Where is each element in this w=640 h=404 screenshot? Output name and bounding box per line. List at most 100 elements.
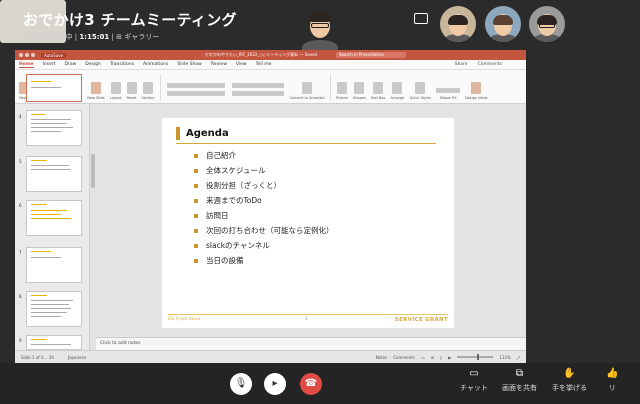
reading-view-icon[interactable]: ▯ (440, 355, 442, 360)
shape-fill-button[interactable]: Shape Fill (436, 74, 461, 100)
tab-tell-me[interactable]: Tell me (256, 62, 272, 67)
slideshow-icon[interactable]: ▶ (448, 355, 451, 360)
zoom-slider[interactable] (457, 354, 494, 360)
comments-button[interactable]: Comments (478, 62, 502, 67)
fit-to-window-icon[interactable]: ⤢ (517, 355, 520, 360)
slide-thumbnail-pane: 4 5 6 7 8 9 (15, 74, 90, 350)
tab-transitions[interactable]: Transitions (110, 62, 134, 67)
current-slide[interactable]: Agenda 自己紹介 全体スケジュール 役割分担（ざっくと） 来週までのToD… (162, 118, 454, 328)
meeting-title: おでかけ3 チームミーティング (23, 11, 237, 29)
participant-avatar[interactable] (485, 6, 521, 42)
call-toolbar: 🎙 ▸ ☎ ▭ チャット ⧉ 画面を共有 ✋ 手を挙げる 👍 リ (0, 363, 640, 404)
autosave-toggle[interactable]: AutoSave (41, 52, 67, 58)
agenda-item: 当日の設備 (194, 253, 334, 268)
ribbon-tabs: Home Insert Draw Design Transitions Anim… (15, 60, 526, 70)
tab-draw[interactable]: Draw (65, 62, 77, 67)
slide-thumbnail[interactable] (26, 335, 82, 350)
end-call-button[interactable]: ☎ (300, 373, 322, 395)
notes-toggle[interactable]: Notes (376, 355, 388, 360)
shared-screen-powerpoint: AutoSave だれかのやりたい_IRF_2022_○○ミーティング資料 — … (15, 50, 526, 363)
ppt-statusbar: Slide 1 of 0… 30 Japanese Notes Comments… (15, 350, 526, 363)
tab-review[interactable]: Review (211, 62, 227, 67)
thumb-number: 4 (19, 114, 22, 119)
new-slide-button[interactable]: New Slide (87, 74, 105, 100)
agenda-item: 訪問日 (194, 208, 334, 223)
arrange-button[interactable]: Arrange (390, 74, 404, 100)
ribbon: Paste Cut Copy Format New Slide Layout R… (15, 70, 526, 104)
layout-toggle-icon[interactable] (414, 13, 428, 24)
smartart-button[interactable]: Convert to SmartArt (290, 74, 325, 100)
paragraph-controls[interactable] (231, 74, 285, 100)
tab-design[interactable]: Design (85, 62, 101, 67)
thumb-number: 9 (19, 338, 22, 343)
document-filename: だれかのやりたい_IRF_2022_○○ミーティング資料 — Saved (205, 52, 318, 57)
thumb-number: 6 (19, 203, 22, 208)
ppt-workspace: 4 5 6 7 8 9 Agenda 自己紹介 全体スケジュール 役割分担（ざっ… (15, 74, 526, 350)
footer-tagline: Do it pro bono. (168, 317, 202, 322)
comments-toggle[interactable]: Comments (393, 355, 415, 360)
raise-hand-button[interactable]: ✋ 手を挙げる (552, 369, 587, 393)
ppt-titlebar: AutoSave だれかのやりたい_IRF_2022_○○ミーティング資料 — … (15, 50, 526, 60)
slide-thumbnail[interactable] (26, 200, 82, 236)
quick-styles-button[interactable]: Quick Styles (409, 74, 431, 100)
thumb-number: 8 (19, 294, 22, 299)
video-camera-icon: ▸ (272, 378, 278, 389)
chat-icon: ▭ (469, 368, 479, 379)
footer-line (168, 314, 448, 315)
slide-thumbnail[interactable] (26, 74, 82, 102)
window-minimize-icon[interactable] (25, 53, 29, 57)
hang-up-icon: ☎ (304, 378, 318, 389)
share-screen-button[interactable]: ⧉ 画面を共有 (502, 369, 537, 393)
agenda-item: 役割分担（ざっくと） (194, 178, 334, 193)
design-ideas-button[interactable]: Design Ideas (465, 74, 488, 100)
tab-view[interactable]: View (236, 62, 247, 67)
tab-slideshow[interactable]: Slide Show (177, 62, 202, 67)
agenda-item: 来週までのToDo (194, 193, 334, 208)
slide-thumbnail[interactable] (26, 156, 82, 192)
sorter-view-icon[interactable]: ⊞ (431, 355, 434, 360)
footer-brand: SERVICE GRANT (394, 317, 448, 323)
font-controls[interactable] (166, 74, 226, 100)
normal-view-icon[interactable]: ▭ (421, 355, 425, 360)
slide-number: 1 (305, 317, 308, 322)
window-close-icon[interactable] (19, 53, 23, 57)
slide-thumbnail[interactable] (26, 110, 82, 146)
zoom-level[interactable]: 112% (499, 355, 510, 360)
thumb-number: 5 (19, 159, 22, 164)
chat-button[interactable]: ▭ チャット (460, 369, 488, 393)
share-button[interactable]: Share (455, 62, 468, 67)
title-underline (176, 143, 436, 144)
share-screen-icon: ⧉ (515, 368, 524, 379)
tab-home[interactable]: Home (19, 62, 34, 68)
call-duration: 1:15:01 (79, 33, 110, 41)
window-zoom-icon[interactable] (31, 53, 35, 57)
language-indicator[interactable]: Japanese (68, 355, 86, 360)
agenda-item: 次回の打ち合わせ（可能なら定例化） (194, 223, 334, 238)
reaction-button[interactable]: 👍 リ (606, 369, 618, 393)
slide-thumbnail[interactable] (26, 247, 82, 283)
agenda-list[interactable]: 自己紹介 全体スケジュール 役割分担（ざっくと） 来週までのToDo 訪問日 次… (194, 148, 334, 268)
tab-insert[interactable]: Insert (43, 62, 56, 67)
slide-thumbnail[interactable] (26, 291, 82, 327)
textbox-button[interactable]: Text Box (371, 74, 385, 100)
microphone-button[interactable]: 🎙 (230, 373, 252, 395)
tab-animations[interactable]: Animations (143, 62, 168, 67)
agenda-item: slackのチャンネル (194, 238, 334, 253)
agenda-item: 全体スケジュール (194, 163, 334, 178)
picture-button[interactable]: Picture (336, 74, 348, 100)
gallery-icon[interactable]: ⊞ (116, 33, 122, 41)
slide-title[interactable]: Agenda (186, 128, 229, 139)
reset-button[interactable]: Reset (126, 74, 137, 100)
participant-avatar[interactable] (529, 6, 565, 42)
search-input[interactable]: Search in Presentation (336, 52, 406, 58)
agenda-item: 自己紹介 (194, 148, 334, 163)
participant-avatar[interactable] (440, 6, 476, 42)
view-mode-label[interactable]: ギャラリー (124, 33, 159, 41)
notes-pane[interactable]: Click to add notes (96, 337, 526, 350)
layout-button[interactable]: Layout (110, 74, 122, 100)
slide-counter: Slide 1 of 0… 30 (21, 354, 54, 360)
shapes-button[interactable]: Shapes (353, 74, 366, 100)
section-button[interactable]: Section (142, 74, 155, 100)
participant-count: 5/6 人が通話中 | (24, 33, 80, 41)
camera-button[interactable]: ▸ (264, 373, 286, 395)
